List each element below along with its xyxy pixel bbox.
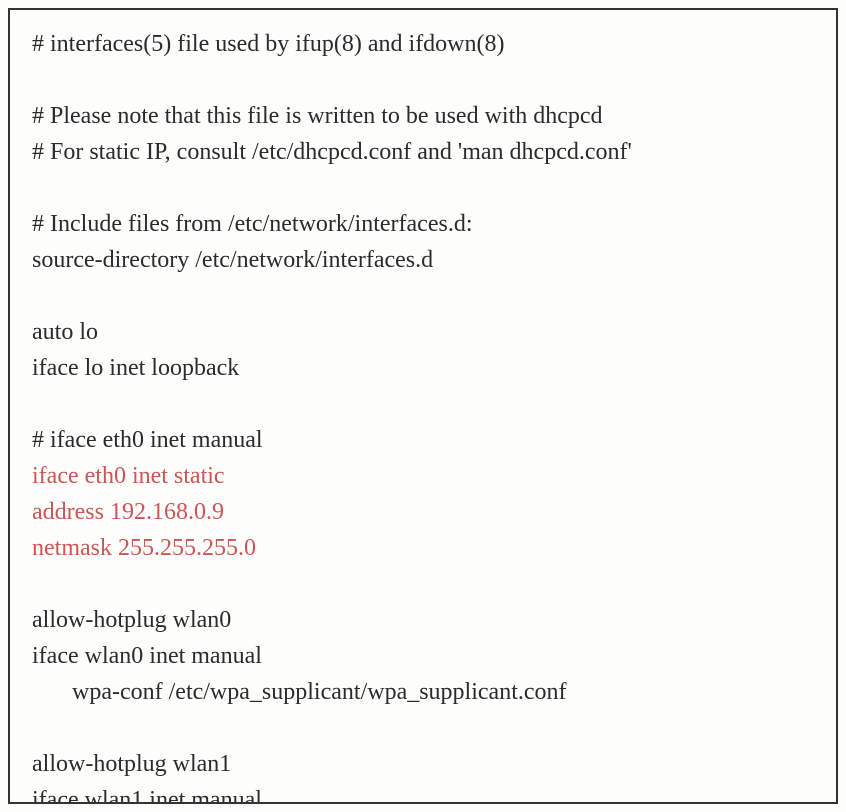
blank-line [32, 386, 814, 422]
config-line: wpa-conf /etc/wpa_supplicant/wpa_supplic… [32, 674, 814, 710]
blank-line [32, 170, 814, 206]
config-file-box: # interfaces(5) file used by ifup(8) and… [8, 8, 838, 804]
highlighted-line: netmask 255.255.255.0 [32, 530, 814, 566]
config-line: iface lo inet loopback [32, 350, 814, 386]
comment-line: # interfaces(5) file used by ifup(8) and… [32, 26, 814, 62]
blank-line [32, 278, 814, 314]
comment-line: # Include files from /etc/network/interf… [32, 206, 814, 242]
comment-line: # Please note that this file is written … [32, 98, 814, 134]
config-line: auto lo [32, 314, 814, 350]
comment-line: # For static IP, consult /etc/dhcpcd.con… [32, 134, 814, 170]
highlighted-line: address 192.168.0.9 [32, 494, 814, 530]
config-line: iface wlan0 inet manual [32, 638, 814, 674]
config-line: iface wlan1 inet manual [32, 782, 814, 804]
highlighted-line: iface eth0 inet static [32, 458, 814, 494]
blank-line [32, 566, 814, 602]
blank-line [32, 710, 814, 746]
config-line: allow-hotplug wlan0 [32, 602, 814, 638]
blank-line [32, 62, 814, 98]
config-line: source-directory /etc/network/interfaces… [32, 242, 814, 278]
config-line: allow-hotplug wlan1 [32, 746, 814, 782]
comment-line: # iface eth0 inet manual [32, 422, 814, 458]
